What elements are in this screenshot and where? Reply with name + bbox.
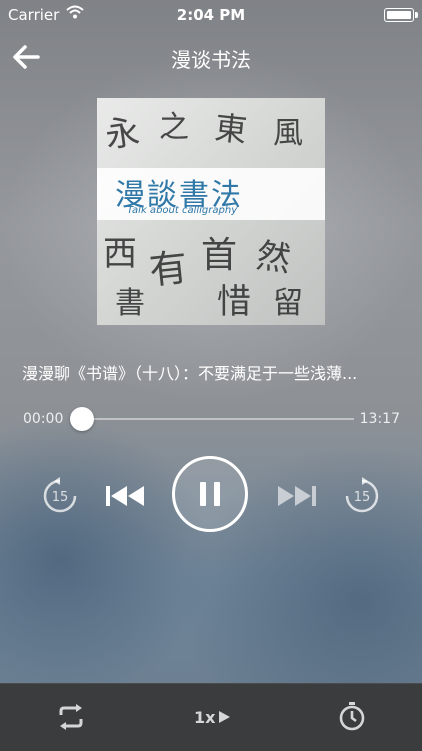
previous-track-button[interactable] — [104, 483, 146, 513]
battery-icon — [384, 8, 418, 22]
page-title: 漫谈书法 — [171, 48, 251, 72]
pause-button[interactable] — [172, 456, 248, 532]
forward-15-button[interactable]: 15 — [342, 476, 382, 520]
skip-back-icon — [106, 486, 144, 506]
cover-subtitle: Talk about calligraphy — [127, 205, 238, 216]
track-title: 漫漫聊《书谱》（十八）：不要满足于一些浅薄... — [22, 364, 358, 383]
next-track-button[interactable] — [276, 483, 318, 513]
forward-seconds-label: 15 — [354, 490, 371, 505]
rewind-seconds-label: 15 — [52, 490, 69, 505]
rewind-15-icon: 15 — [43, 477, 77, 513]
album-cover: 永 之 東 風 西 有 首 然 書 惜 留 漫談書法 Talk about ca… — [97, 98, 325, 325]
status-time: 2:04 PM — [176, 6, 246, 24]
playback-rate-button[interactable]: 1x — [194, 708, 231, 727]
sleep-timer-button[interactable] — [338, 701, 366, 735]
elapsed-time: 00:00 — [23, 411, 64, 427]
progress-thumb[interactable] — [70, 407, 94, 431]
repeat-icon — [59, 704, 83, 730]
skip-forward-icon — [278, 486, 316, 506]
forward-15-icon: 15 — [345, 477, 379, 513]
playback-rate-label: 1x — [194, 708, 216, 727]
total-duration: 13:17 — [359, 411, 400, 427]
rewind-15-button[interactable]: 15 — [40, 476, 80, 520]
stopwatch-icon — [339, 702, 365, 731]
play-small-icon — [219, 711, 231, 723]
pause-icon — [200, 482, 220, 506]
progress-track[interactable] — [82, 418, 354, 420]
repeat-button[interactable] — [56, 704, 86, 734]
status-bar: Carrier 2:04 PM — [0, 0, 422, 30]
